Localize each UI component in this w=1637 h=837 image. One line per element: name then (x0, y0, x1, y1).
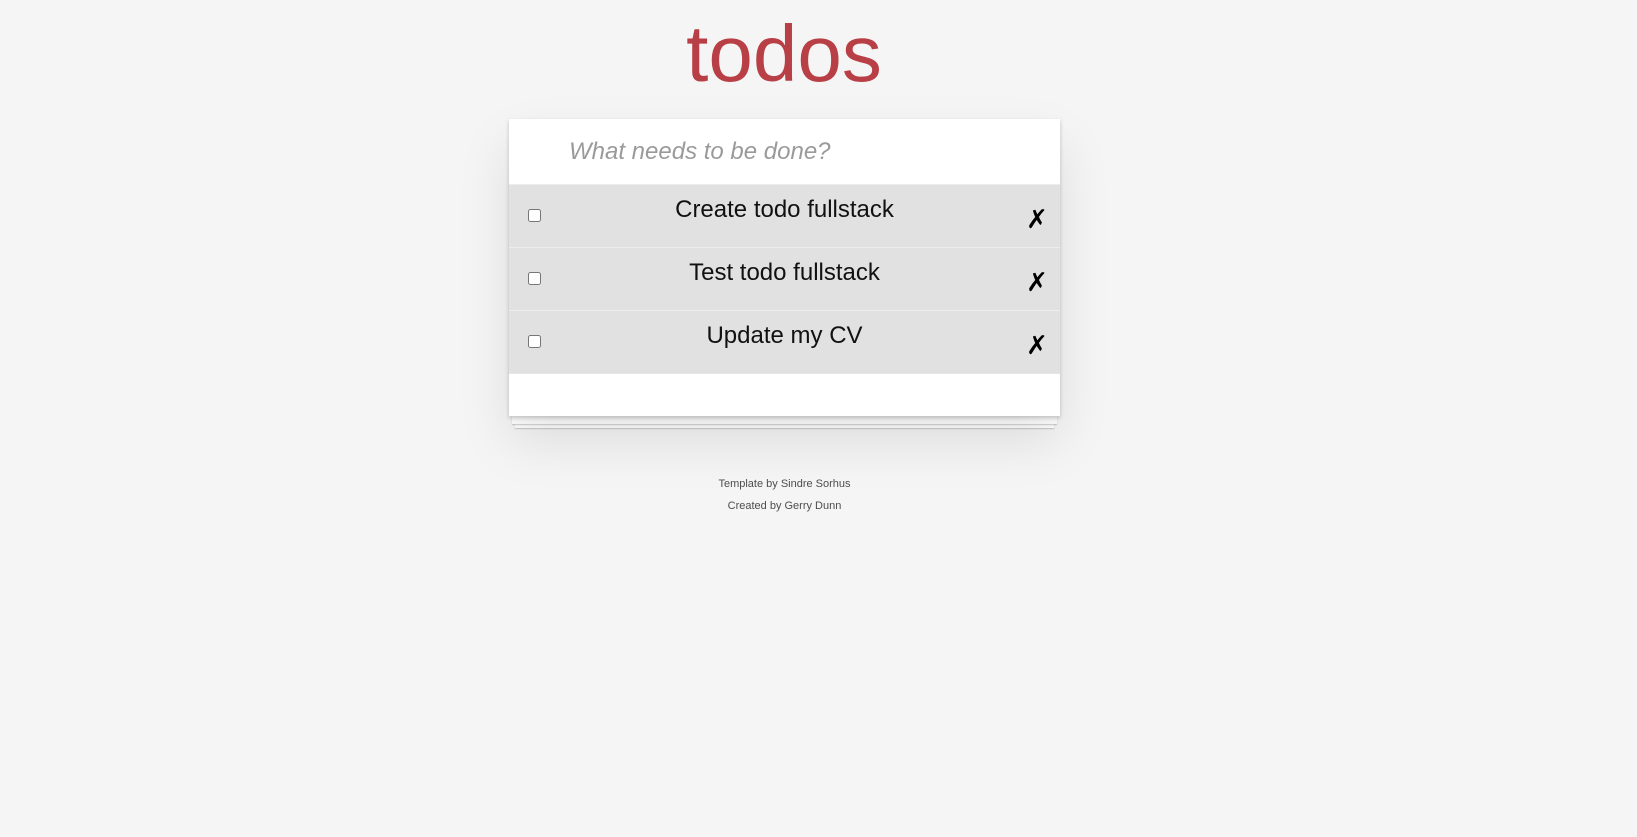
stack-shadow-1 (512, 416, 1057, 424)
delete-todo-button[interactable]: ✗ (1024, 268, 1050, 298)
todo-toggle-checkbox[interactable] (528, 209, 541, 222)
info-footer: Template by Sindre Sorhus Created by Ger… (509, 478, 1060, 522)
todo-item: Update my CV ✗ (509, 310, 1060, 373)
todo-toggle-checkbox[interactable] (528, 335, 541, 348)
todo-footer (509, 373, 1060, 416)
app-title: todos (686, 9, 882, 98)
todo-item: Test todo fullstack ✗ (509, 247, 1060, 310)
todo-item: Create todo fullstack ✗ (509, 184, 1060, 247)
delete-todo-button[interactable]: ✗ (1024, 331, 1050, 361)
template-credit: Template by Sindre Sorhus (718, 478, 851, 490)
new-todo-input[interactable] (509, 119, 1060, 184)
todo-app: Create todo fullstack ✗ Test todo fullst… (509, 119, 1060, 416)
todo-label[interactable]: Test todo fullstack (549, 258, 1020, 288)
created-credit: Created by Gerry Dunn (727, 500, 842, 512)
todo-toggle-checkbox[interactable] (528, 272, 541, 285)
todo-list: Create todo fullstack ✗ Test todo fullst… (509, 184, 1060, 373)
todo-label[interactable]: Create todo fullstack (549, 195, 1020, 225)
todo-label[interactable]: Update my CV (549, 321, 1020, 351)
delete-todo-button[interactable]: ✗ (1024, 205, 1050, 235)
